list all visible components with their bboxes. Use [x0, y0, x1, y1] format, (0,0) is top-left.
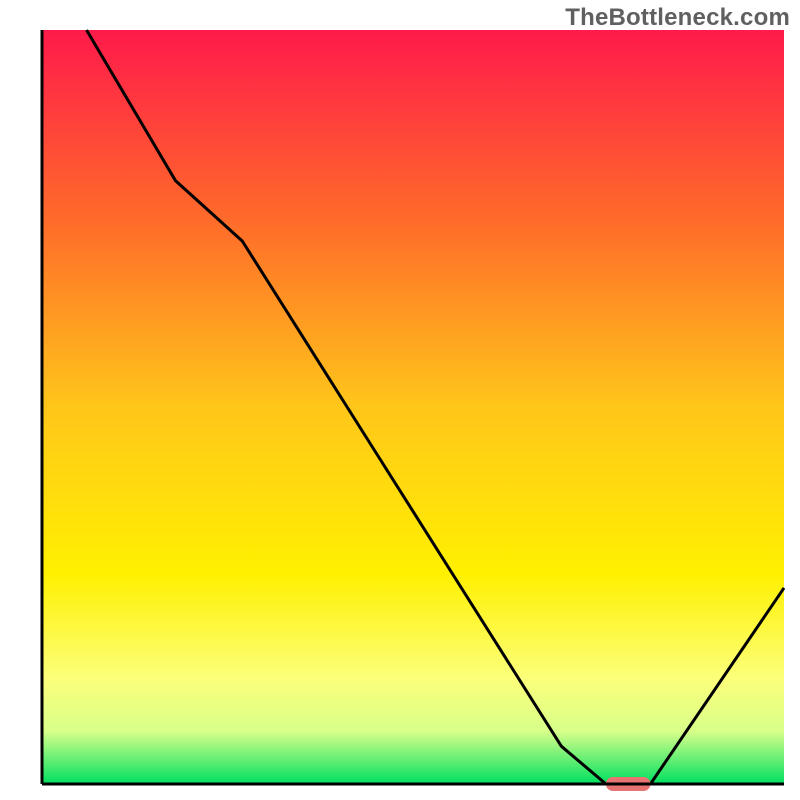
chart-frame: TheBottleneck.com	[0, 0, 800, 800]
bottleneck-chart	[0, 0, 800, 800]
